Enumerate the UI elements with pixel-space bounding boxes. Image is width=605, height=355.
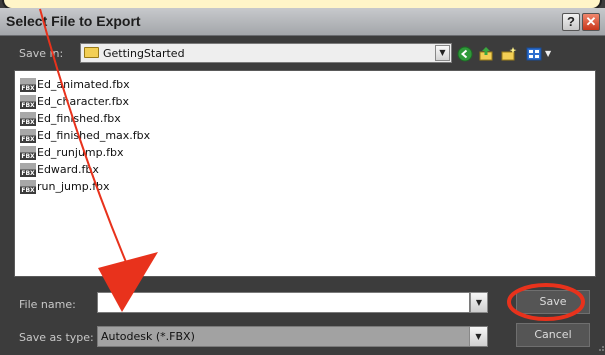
file-name-input[interactable]: [97, 292, 470, 313]
file-name: Ed_finished.fbx: [37, 112, 121, 125]
file-name: Ed_finished_max.fbx: [37, 129, 151, 142]
fbx-file-icon: FBX: [20, 146, 36, 160]
chevron-down-icon[interactable]: ▼: [469, 327, 487, 346]
fbx-file-icon: FBX: [20, 180, 36, 194]
file-list[interactable]: FBX Ed_animated.fbx FBX Ed_character.fbx…: [14, 70, 596, 277]
folder-icon: [84, 47, 99, 58]
title-bar: Select File to Export ? ✕: [0, 8, 605, 36]
views-dropdown-arrow-icon[interactable]: ▼: [545, 49, 551, 58]
up-folder-icon[interactable]: [478, 46, 494, 62]
fbx-file-icon: FBX: [20, 112, 36, 126]
save-in-value: GettingStarted: [103, 47, 185, 60]
back-icon[interactable]: [457, 46, 473, 62]
save-as-type-value: Autodesk (*.FBX): [101, 330, 195, 343]
save-in-dropdown[interactable]: GettingStarted ▼: [80, 43, 452, 63]
help-button[interactable]: ?: [562, 13, 580, 31]
save-in-toolbar: Save in: GettingStarted ▼ ▼: [0, 36, 605, 68]
fbx-file-icon: FBX: [20, 78, 36, 92]
views-menu-icon[interactable]: [526, 46, 542, 62]
file-name: run_jump.fbx: [37, 180, 110, 193]
file-name: Edward.fbx: [37, 163, 99, 176]
file-name: Ed_character.fbx: [37, 95, 129, 108]
fbx-file-icon: FBX: [20, 95, 36, 109]
fbx-file-icon: FBX: [20, 163, 36, 177]
file-name: Ed_animated.fbx: [37, 78, 130, 91]
close-button[interactable]: ✕: [582, 13, 600, 31]
save-in-label: Save in:: [19, 47, 64, 60]
new-folder-icon[interactable]: [501, 46, 517, 62]
save-as-type-dropdown[interactable]: Autodesk (*.FBX) ▼: [97, 326, 488, 347]
file-name-label: File name:: [19, 298, 76, 311]
save-as-type-label: Save as type:: [19, 331, 94, 344]
window-title: Select File to Export: [6, 13, 141, 29]
save-button[interactable]: Save: [516, 290, 590, 314]
chevron-down-icon[interactable]: ▼: [435, 45, 450, 61]
resize-grip-icon[interactable]: [596, 342, 605, 352]
file-name-dropdown-arrow-icon[interactable]: ▼: [470, 292, 488, 313]
file-name: Ed_runjump.fbx: [37, 146, 124, 159]
fbx-file-icon: FBX: [20, 129, 36, 143]
cancel-button[interactable]: Cancel: [516, 323, 590, 347]
